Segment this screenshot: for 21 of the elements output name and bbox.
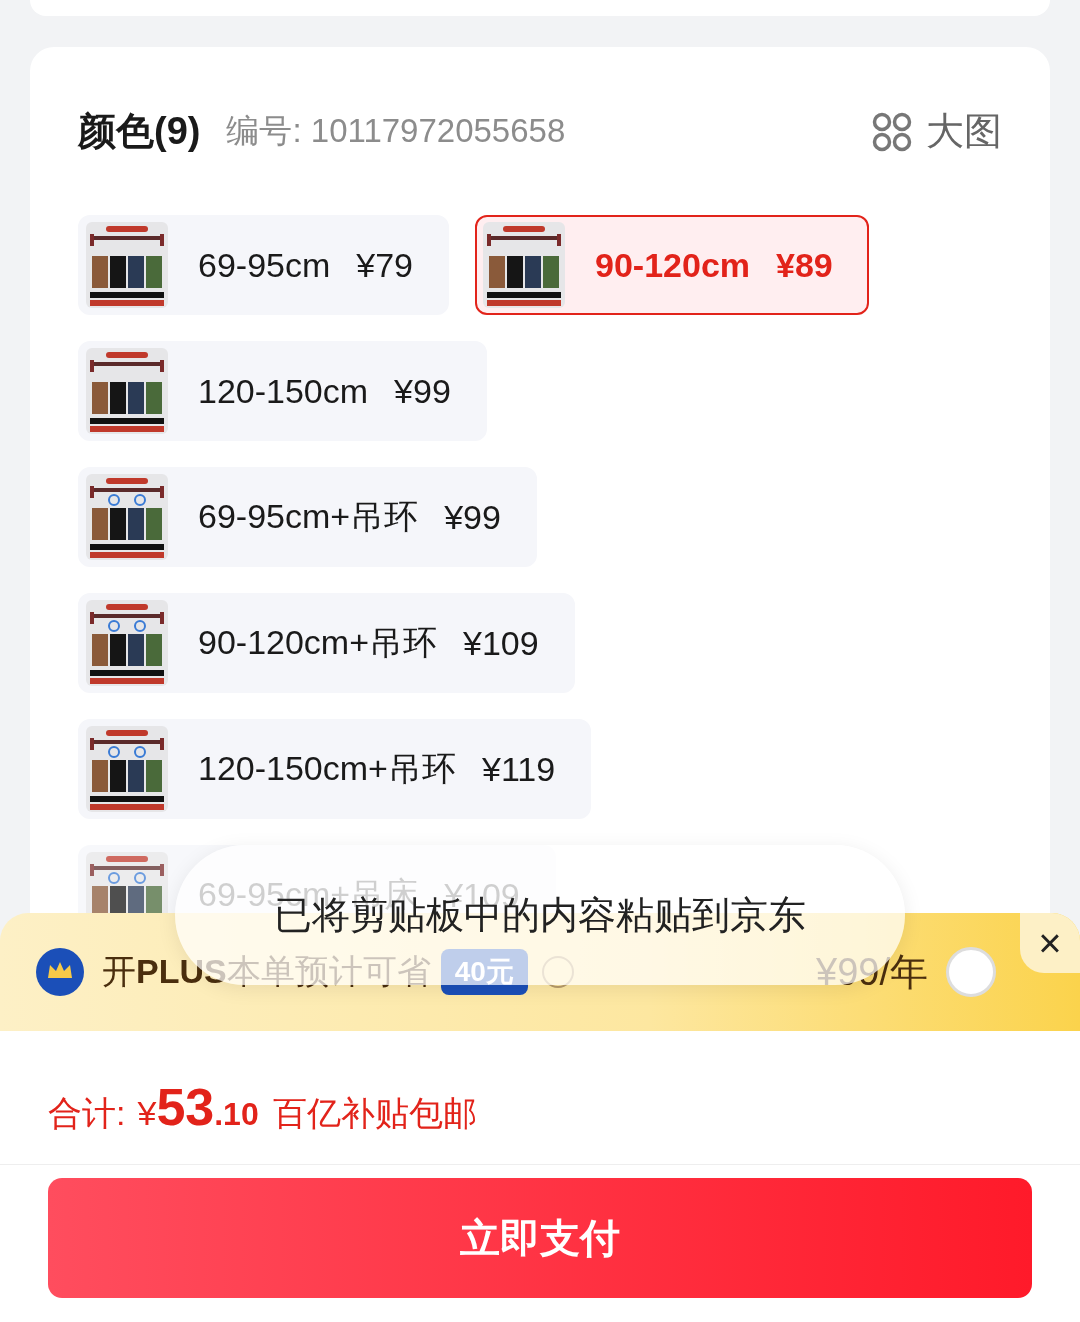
close-button[interactable]: ×: [1020, 913, 1080, 973]
subsidy-note: 百亿补贴包邮: [272, 1093, 477, 1134]
plus-price: ¥99/年: [816, 949, 928, 995]
plus-savings-text: 开PLUS本单预计可省: [102, 951, 431, 992]
pay-button[interactable]: 立即支付: [48, 1178, 1032, 1298]
total-label: 合计:: [48, 1093, 126, 1134]
product-code: 编号: 10117972055658: [226, 111, 567, 151]
total-decimal: .10: [214, 1096, 259, 1133]
plus-radio[interactable]: [946, 947, 996, 997]
large-view-toggle[interactable]: 大图: [872, 106, 1002, 157]
variant-option[interactable]: 69-95cm ¥79: [78, 215, 449, 315]
spec-title: 颜色(9): [78, 109, 201, 154]
total-integer: 53: [156, 1077, 215, 1137]
variant-option[interactable]: 120-150cm+吊环 ¥119: [78, 719, 592, 819]
crown-icon: [36, 948, 84, 996]
variant-option[interactable]: 120-150cm ¥99: [78, 341, 487, 441]
grid-icon: [872, 111, 912, 152]
variant-option[interactable]: 90-120cm ¥89: [475, 215, 869, 315]
variant-option[interactable]: 69-95cm+吊环 ¥99: [78, 467, 537, 567]
variant-option[interactable]: 90-120cm+吊环 ¥109: [78, 593, 575, 693]
currency-symbol: ¥: [137, 1094, 157, 1133]
